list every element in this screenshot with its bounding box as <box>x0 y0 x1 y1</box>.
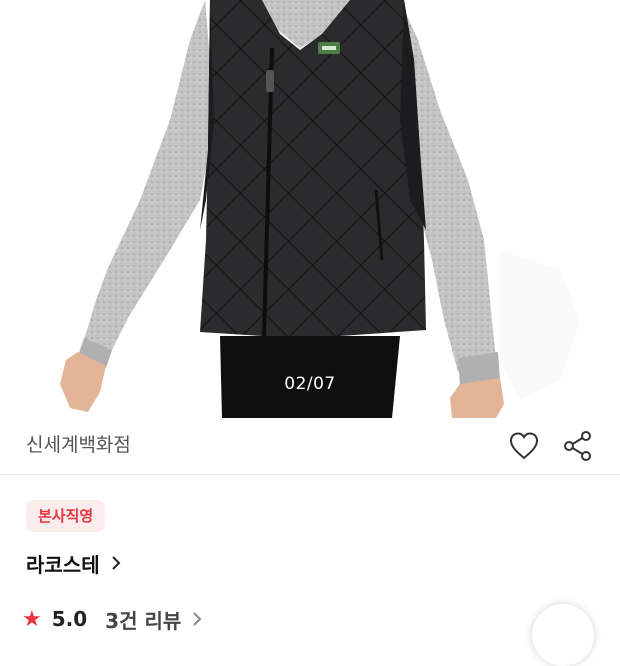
official-store-badge: 본사직영 <box>26 500 106 532</box>
seller-name[interactable]: 신세계백화점 <box>26 430 131 457</box>
seller-row: 신세계백화점 <box>0 418 620 475</box>
review-count: 3건 리뷰 <box>105 608 182 633</box>
brand-name: 라코스테 <box>26 552 100 577</box>
share-icon <box>564 431 591 461</box>
rating-value: 5.0 <box>51 607 88 631</box>
star-icon: ★ <box>22 606 42 632</box>
product-image[interactable]: 02/07 <box>0 0 620 418</box>
share-button[interactable] <box>558 426 598 466</box>
brand-link[interactable]: 라코스테 <box>26 546 122 580</box>
floating-button[interactable] <box>532 604 594 666</box>
chevron-right-icon <box>110 554 122 572</box>
product-photo <box>60 0 580 418</box>
chevron-right-icon <box>191 610 203 628</box>
image-counter: 02/07 <box>284 374 336 394</box>
heart-icon <box>509 432 539 460</box>
like-button[interactable] <box>504 426 544 466</box>
rating-row[interactable]: ★ 5.0 3건 리뷰 <box>22 604 203 634</box>
